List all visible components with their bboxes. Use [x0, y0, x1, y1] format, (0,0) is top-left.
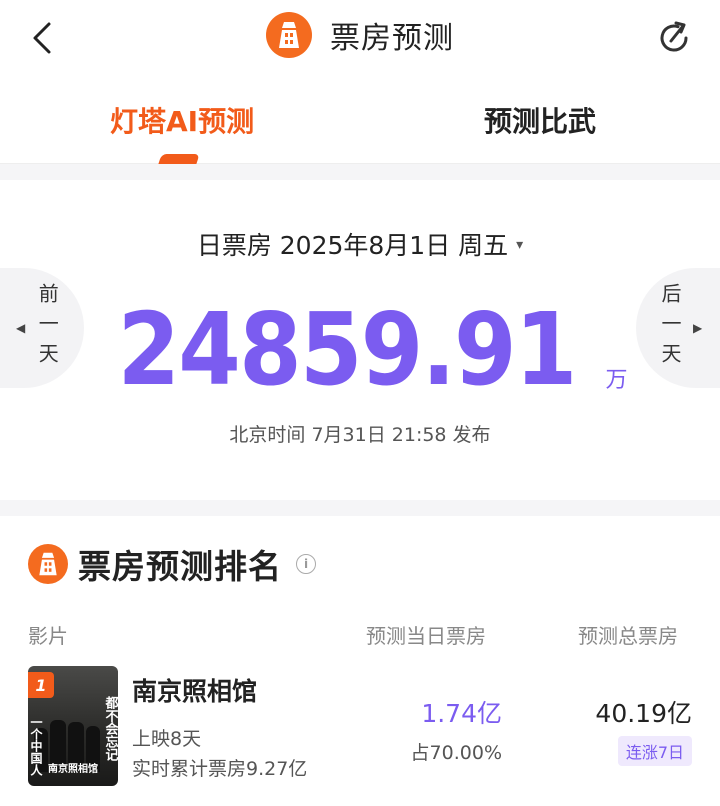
film-cumulative-box-office: 实时累计票房9.27亿 — [132, 758, 308, 780]
ranking-title: 票房预测排名 — [78, 547, 282, 586]
next-day-label: 后一天 — [658, 283, 682, 373]
ranking-header: 票房预测排名 i — [28, 540, 316, 588]
active-tab-indicator — [158, 154, 200, 164]
daily-share: 占70.00% — [410, 742, 502, 764]
daily-forecast-value: 1.74亿 — [421, 699, 502, 728]
column-header-total-forecast[interactable]: 预测总票房 — [578, 620, 678, 649]
film-name: 南京照相馆 — [132, 677, 258, 706]
lighthouse-icon — [28, 544, 68, 584]
poster-title: 南京照相馆 — [48, 762, 98, 775]
app-header: 票房预测 — [0, 0, 720, 78]
caret-down-icon: ▾ — [516, 237, 524, 253]
info-icon[interactable]: i — [296, 554, 316, 574]
box-office-value: 24859.91 — [117, 291, 578, 408]
forecast-ranking-section: 票房预测排名 i 影片 预测当日票房 预测总票房 都不会忘记 一个中国人 南京照… — [0, 516, 720, 806]
total-forecast-value: 40.19亿 — [595, 699, 692, 728]
film-row[interactable]: 都不会忘记 一个中国人 南京照相馆 1 南京照相馆 上映8天 实时累计票房9.2… — [0, 666, 720, 792]
column-header-daily-forecast[interactable]: 预测当日票房 — [366, 620, 486, 649]
box-office-figure: 24859.91 万 — [0, 300, 720, 400]
arrow-right-icon: ▶ — [693, 321, 703, 335]
film-release-days: 上映8天 — [132, 728, 202, 750]
daily-box-office-panel: 日票房 2025年8月1日 周五 ▾ ◀ 前一天 24859.91 万 后一天 … — [0, 180, 720, 500]
date-label: 日票房 2025年8月1日 周五 — [196, 231, 509, 260]
poster-text-left: 一个中国人 — [29, 716, 43, 776]
rank-badge: 1 — [28, 672, 54, 698]
refresh-share-icon — [660, 21, 688, 52]
tab-bar: 灯塔AI预测 预测比武 — [0, 78, 720, 164]
tab-forecast-contest[interactable]: 预测比武 — [484, 100, 596, 140]
section-divider — [0, 500, 720, 516]
publish-time: 北京时间 7月31日 21:58 发布 — [229, 424, 491, 446]
poster-text-right: 都不会忘记 — [103, 695, 119, 762]
streak-badge: 连涨7日 — [617, 736, 692, 766]
title-group: 票房预测 — [0, 12, 720, 58]
section-divider — [0, 164, 720, 180]
lighthouse-icon — [266, 12, 312, 58]
film-poster: 都不会忘记 一个中国人 南京照相馆 1 — [28, 666, 118, 786]
tab-ai-forecast[interactable]: 灯塔AI预测 — [110, 100, 254, 140]
date-selector[interactable]: 日票房 2025年8月1日 周五 ▾ — [0, 226, 720, 262]
column-header-film: 影片 — [28, 624, 68, 648]
box-office-unit: 万 — [605, 368, 628, 393]
share-button[interactable] — [654, 18, 694, 58]
page-title: 票房预测 — [330, 21, 454, 56]
